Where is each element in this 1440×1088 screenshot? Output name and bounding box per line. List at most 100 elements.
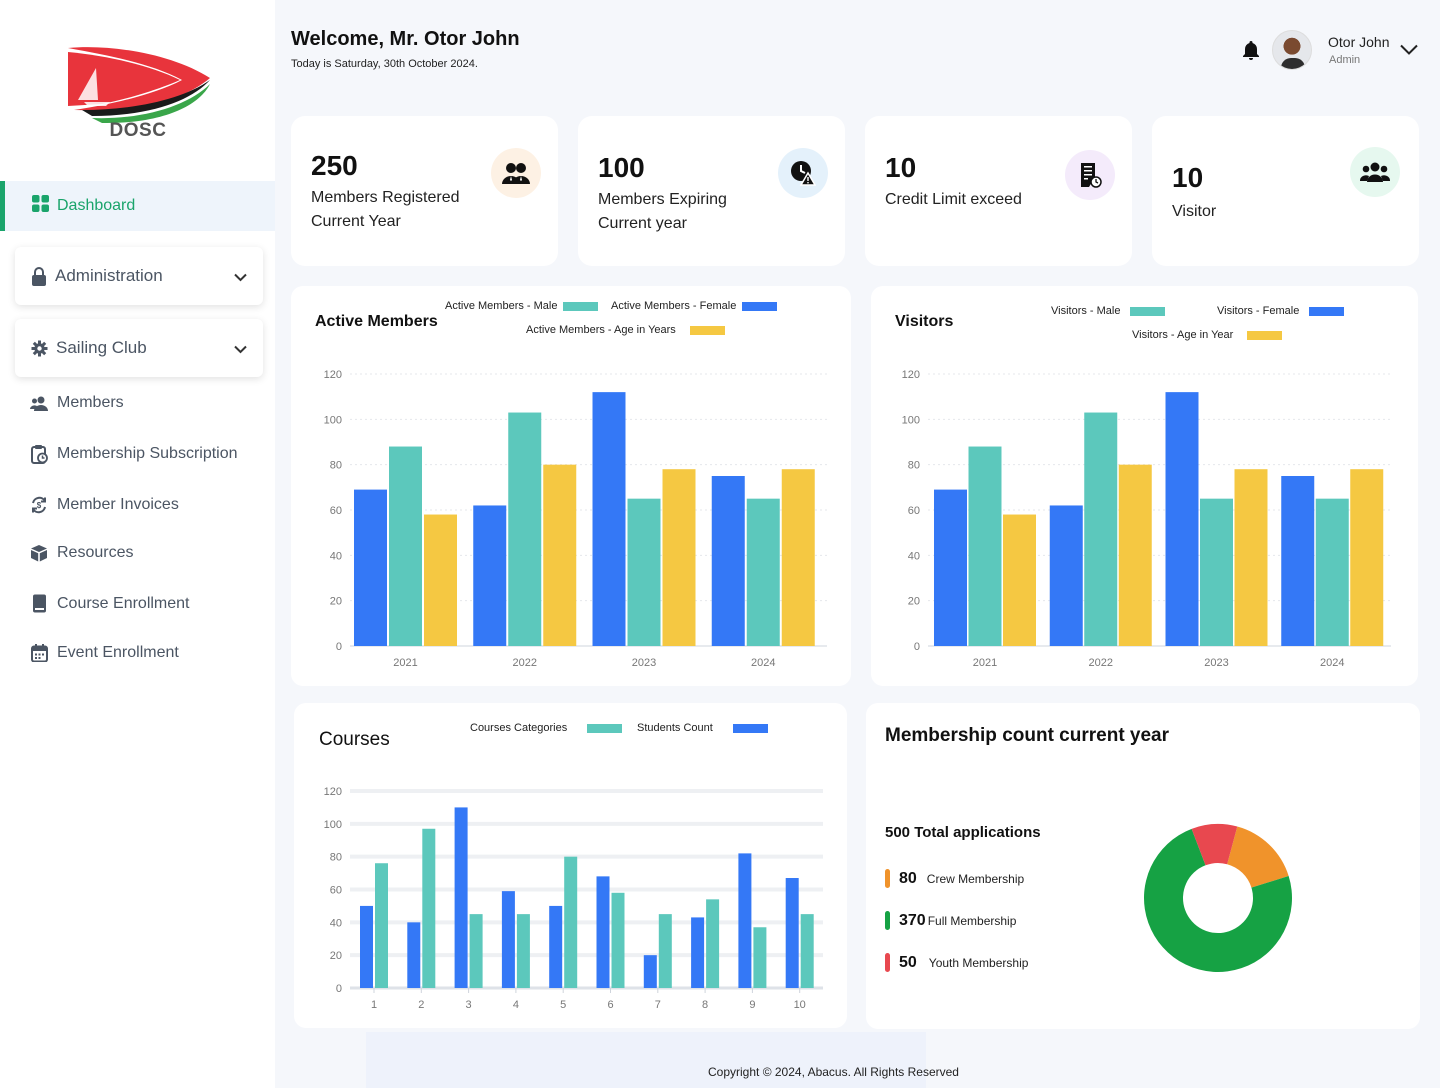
chevron-down-icon[interactable] bbox=[1400, 42, 1418, 60]
y-tick-label: 40 bbox=[908, 550, 920, 562]
x-tick-label: 2021 bbox=[973, 657, 997, 669]
bar bbox=[422, 828, 436, 988]
bar bbox=[1234, 469, 1268, 646]
bar bbox=[1118, 464, 1152, 646]
x-tick-label: 7 bbox=[655, 999, 661, 1011]
sidebar-item-membership-subscription[interactable]: Membership Subscription bbox=[29, 444, 238, 464]
bar bbox=[543, 464, 577, 646]
x-tick-label: 3 bbox=[466, 999, 472, 1011]
active-members-chart: 0 20 40 60 80 100 120 2021 2022 2023 2024 bbox=[324, 369, 827, 669]
footer-background bbox=[366, 1032, 926, 1088]
sidebar-group-administration[interactable]: Administration bbox=[15, 247, 263, 305]
bar bbox=[627, 498, 661, 646]
sidebar-item-member-invoices[interactable]: $ Member Invoices bbox=[29, 496, 179, 514]
calendar-icon bbox=[29, 644, 49, 662]
x-tick-label: 2021 bbox=[393, 657, 417, 669]
brand-logo[interactable]: DOSC bbox=[62, 44, 214, 144]
bar bbox=[1350, 469, 1384, 646]
stat-card-members-registered[interactable]: 250 Members Registered Current Year bbox=[291, 116, 558, 266]
x-tick-label: 2023 bbox=[1204, 657, 1228, 669]
x-tick-label: 8 bbox=[702, 999, 708, 1011]
bar bbox=[706, 899, 720, 988]
invoice-icon bbox=[1065, 150, 1115, 200]
x-tick-label: 2024 bbox=[751, 657, 775, 669]
x-tick-label: 2024 bbox=[1320, 657, 1344, 669]
avatar[interactable] bbox=[1272, 30, 1312, 70]
y-tick-label: 60 bbox=[330, 885, 342, 897]
sidebar-item-label: Resources bbox=[57, 544, 134, 561]
bar bbox=[658, 914, 672, 988]
y-tick-label: 100 bbox=[324, 819, 342, 831]
bar bbox=[611, 892, 625, 988]
stat-card-credit-limit[interactable]: 10 Credit Limit exceed bbox=[865, 116, 1132, 266]
x-tick-label: 10 bbox=[794, 999, 806, 1011]
y-tick-label: 80 bbox=[908, 460, 920, 472]
membership-stat-crew: 80 Crew Membership bbox=[885, 869, 1024, 888]
visitors-chart: 0 20 40 60 80 100 120 2021 2022 2023 2024 bbox=[902, 369, 1391, 669]
logo-icon bbox=[68, 47, 210, 124]
y-tick-label: 80 bbox=[330, 852, 342, 864]
stat-card-visitor[interactable]: 10 Visitor bbox=[1152, 116, 1419, 266]
bar bbox=[389, 446, 422, 646]
sidebar-item-course-enrollment[interactable]: Course Enrollment bbox=[29, 594, 190, 613]
y-tick-label: 20 bbox=[908, 596, 920, 608]
stat-label: Youth Membership bbox=[928, 955, 1029, 970]
legend-swatch bbox=[885, 911, 890, 930]
bar bbox=[501, 891, 515, 988]
dashboard-icon bbox=[32, 195, 49, 217]
sidebar-item-event-enrollment[interactable]: Event Enrollment bbox=[29, 644, 179, 662]
stat-value: 370 bbox=[899, 911, 926, 929]
y-tick-label: 20 bbox=[330, 596, 342, 608]
chevron-down-icon bbox=[234, 267, 247, 287]
sidebar-item-members[interactable]: Members bbox=[29, 394, 124, 412]
x-tick-label: 9 bbox=[749, 999, 755, 1011]
sidebar-group-sailing-club[interactable]: Sailing Club bbox=[15, 319, 263, 377]
sidebar-group-label: Administration bbox=[55, 266, 163, 285]
clock-warning-icon bbox=[778, 148, 828, 198]
bar bbox=[549, 905, 563, 988]
stat-label: Crew Membership bbox=[926, 871, 1025, 886]
bar bbox=[662, 469, 696, 646]
bar bbox=[1165, 392, 1199, 646]
bar bbox=[1200, 498, 1233, 646]
clipboard-clock-icon bbox=[29, 444, 49, 464]
stat-label: Members Registered Current Year bbox=[311, 189, 460, 230]
sidebar-item-dashboard[interactable]: Dashboard bbox=[0, 181, 275, 231]
sidebar-item-label: Member Invoices bbox=[57, 496, 179, 513]
welcome-title: Welcome, Mr. Otor John bbox=[291, 28, 520, 50]
x-tick-label: 4 bbox=[513, 999, 519, 1011]
sidebar-item-label: Course Enrollment bbox=[57, 594, 190, 612]
sidebar-item-label: Event Enrollment bbox=[57, 644, 179, 661]
money-exchange-icon: $ bbox=[29, 496, 49, 514]
bar bbox=[781, 469, 815, 646]
chevron-down-icon bbox=[234, 339, 247, 359]
stat-value: 100 bbox=[598, 152, 645, 183]
legend-swatch bbox=[885, 869, 890, 888]
box-icon bbox=[29, 544, 49, 562]
bar bbox=[643, 955, 657, 988]
membership-stat-youth: 50 Youth Membership bbox=[885, 953, 1028, 972]
donut-slice bbox=[1227, 826, 1289, 888]
bar bbox=[1315, 498, 1349, 646]
y-tick-label: 40 bbox=[330, 917, 342, 929]
y-tick-label: 40 bbox=[330, 550, 342, 562]
bar bbox=[1281, 476, 1315, 646]
stat-value: 250 bbox=[311, 150, 358, 181]
book-icon bbox=[29, 594, 49, 613]
x-tick-label: 2022 bbox=[1089, 657, 1113, 669]
bar bbox=[564, 856, 578, 988]
bar bbox=[711, 476, 745, 646]
y-tick-label: 0 bbox=[914, 641, 920, 653]
footer-copyright: Copyright © 2024, Abacus. All Rights Res… bbox=[708, 1065, 959, 1079]
stat-value: 50 bbox=[899, 953, 917, 971]
bell-icon[interactable] bbox=[1242, 40, 1260, 65]
bar bbox=[360, 905, 373, 988]
stat-label: Visitor bbox=[1172, 203, 1217, 220]
sidebar-item-resources[interactable]: Resources bbox=[29, 544, 133, 562]
bar bbox=[469, 914, 483, 988]
user-name[interactable]: Otor John bbox=[1328, 34, 1389, 50]
stat-card-members-expiring[interactable]: 100 Members Expiring Current year bbox=[578, 116, 845, 266]
y-tick-label: 120 bbox=[324, 369, 342, 381]
y-tick-label: 100 bbox=[324, 414, 342, 426]
legend-swatch bbox=[885, 953, 890, 972]
